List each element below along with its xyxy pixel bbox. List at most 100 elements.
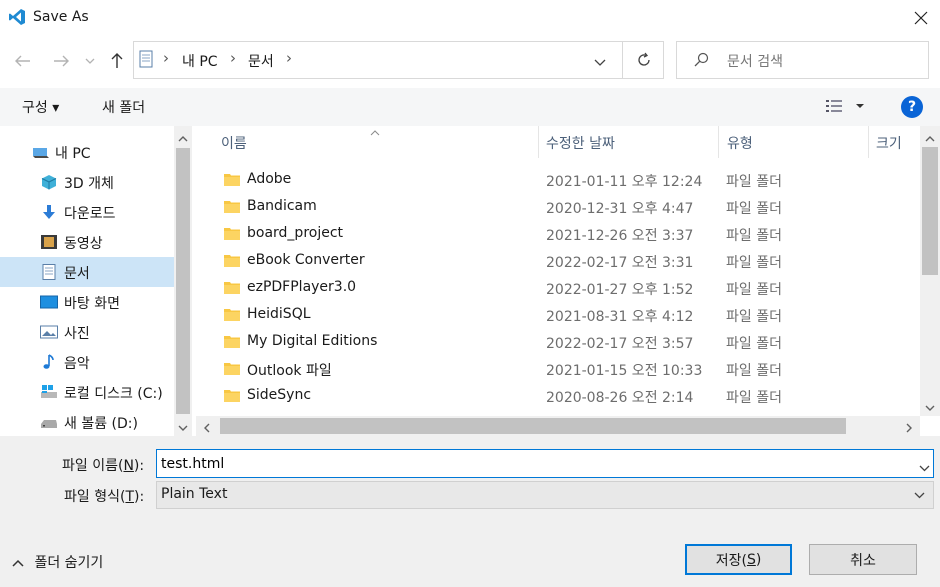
column-divider[interactable] (868, 126, 869, 158)
hide-folders-toggle[interactable]: 폴더 숨기기 (12, 552, 103, 572)
filename-dropdown-button[interactable] (919, 460, 930, 476)
filetype-label: 파일 형식(T): (64, 486, 144, 506)
back-button[interactable] (12, 50, 34, 72)
organize-menu[interactable]: 구성 ▾ (22, 97, 59, 117)
nav-item-music[interactable]: 음악 (0, 347, 174, 377)
column-divider[interactable] (538, 126, 539, 158)
cancel-button[interactable]: 취소 (809, 544, 917, 575)
pc-icon (33, 148, 49, 158)
file-type: 파일 폴더 (726, 255, 782, 271)
column-header-type[interactable]: 유형 (727, 133, 753, 153)
help-button[interactable]: ? (901, 96, 923, 118)
up-button[interactable] (106, 50, 128, 72)
file-type: 파일 폴더 (726, 309, 782, 325)
filename-input[interactable] (156, 449, 934, 478)
forward-button[interactable] (50, 50, 72, 72)
recent-locations-dropdown[interactable] (82, 50, 98, 72)
search-icon (693, 52, 709, 72)
nav-item-label: 다운로드 (64, 206, 116, 222)
address-dropdown-button[interactable] (594, 55, 606, 71)
folder-icon (224, 201, 240, 213)
file-modified: 2020-12-31 오후 4:47 (546, 201, 694, 217)
windows-drive-icon (41, 385, 57, 398)
nav-scroll-up-arrow-icon[interactable] (178, 130, 188, 146)
vscode-icon (8, 8, 26, 26)
nav-item-3d-objects[interactable]: 3D 개체 (0, 167, 174, 197)
nav-item-label: 동영상 (64, 236, 103, 252)
close-button[interactable] (906, 4, 936, 32)
nav-scrollbar-thumb[interactable] (176, 148, 190, 414)
vertical-scrollbar-thumb[interactable] (922, 147, 938, 275)
nav-item-this-pc[interactable]: 내 PC (0, 137, 174, 167)
scroll-up-arrow-icon[interactable] (925, 130, 935, 146)
nav-item-videos[interactable]: 동영상 (0, 227, 174, 257)
file-type: 파일 폴더 (726, 174, 782, 190)
column-header-size[interactable]: 크기 (876, 133, 902, 153)
back-arrow-icon (15, 55, 30, 67)
file-row[interactable]: ezPDFPlayer3.0 2022-01-27 오후 1:52 파일 폴더 (210, 275, 918, 302)
file-row[interactable]: SideSync 2020-08-26 오전 2:14 파일 폴더 (210, 383, 918, 410)
nav-item-local-disk-c[interactable]: 로컬 디스크 (C:) (0, 377, 174, 407)
nav-item-label: 사진 (64, 326, 90, 342)
file-row[interactable]: board_project 2021-12-26 오전 3:37 파일 폴더 (210, 221, 918, 248)
file-type: 파일 폴더 (726, 363, 782, 379)
file-name: ezPDFPlayer3.0 (247, 279, 357, 295)
nav-item-label: 문서 (64, 266, 90, 282)
horizontal-scrollbar-thumb[interactable] (220, 418, 846, 434)
file-name: My Digital Editions (247, 333, 378, 349)
folder-icon (224, 228, 240, 240)
window-title: Save As (33, 9, 89, 25)
column-header-name[interactable]: 이름 (221, 133, 247, 153)
cube-icon (41, 175, 57, 190)
nav-item-label: 내 PC (55, 146, 91, 162)
breadcrumb-separator: › (163, 49, 169, 67)
save-label-end: ) (755, 551, 762, 568)
nav-item-downloads[interactable]: 다운로드 (0, 197, 174, 227)
forward-arrow-icon (54, 55, 69, 67)
nav-item-new-volume-d[interactable]: 새 볼륨 (D:) (0, 407, 174, 437)
search-placeholder: 문서 검색 (727, 54, 783, 70)
picture-icon (40, 325, 58, 339)
nav-scroll-down-arrow-icon[interactable] (178, 420, 188, 436)
file-modified: 2021-12-26 오전 3:37 (546, 228, 694, 244)
nav-item-desktop[interactable]: 바탕 화면 (0, 287, 174, 317)
column-header-modified[interactable]: 수정한 날짜 (546, 133, 615, 153)
column-divider[interactable] (718, 126, 719, 158)
file-row[interactable]: HeidiSQL 2021-08-31 오후 4:12 파일 폴더 (210, 302, 918, 329)
nav-item-pictures[interactable]: 사진 (0, 317, 174, 347)
refresh-icon (637, 52, 650, 66)
location-icon (138, 50, 154, 72)
view-options-button[interactable] (825, 98, 865, 118)
scroll-right-arrow-icon[interactable] (906, 421, 913, 437)
file-row[interactable]: Bandicam 2020-12-31 오후 4:47 파일 폴더 (210, 194, 918, 221)
save-button[interactable]: 저장(S) (685, 544, 792, 575)
file-row[interactable]: Adobe 2021-01-11 오후 12:24 파일 폴더 (210, 167, 918, 194)
nav-item-label: 로컬 디스크 (C:) (64, 386, 163, 402)
file-modified: 2021-01-15 오전 10:33 (546, 363, 703, 379)
refresh-button[interactable] (622, 41, 664, 79)
breadcrumb-pc[interactable]: 내 PC (182, 51, 218, 71)
desktop-icon (40, 295, 58, 309)
file-type: 파일 폴더 (726, 201, 782, 217)
scroll-down-arrow-icon[interactable] (925, 400, 935, 416)
filetype-access-key: T (125, 489, 134, 505)
search-box[interactable] (676, 41, 929, 79)
filename-label: 파일 이름(N): (62, 455, 144, 475)
chevron-down-icon (594, 59, 606, 66)
filename-access-key: N (123, 458, 134, 474)
folder-icon (224, 363, 240, 375)
up-arrow-icon (111, 53, 123, 68)
new-folder-button[interactable]: 새 폴더 (102, 97, 145, 117)
file-name: SideSync (247, 387, 312, 403)
video-icon (41, 235, 57, 249)
file-row[interactable]: eBook Converter 2022-02-17 오전 3:31 파일 폴더 (210, 248, 918, 275)
filetype-label-text: 파일 형식( (64, 489, 126, 505)
file-row[interactable]: Outlook 파일 2021-01-15 오전 10:33 파일 폴더 (210, 356, 918, 383)
scroll-left-arrow-icon[interactable] (203, 421, 210, 437)
file-row[interactable]: My Digital Editions 2022-02-17 오전 3:57 파… (210, 329, 918, 356)
breadcrumb-documents[interactable]: 문서 (248, 51, 274, 71)
file-name: Adobe (247, 171, 292, 187)
nav-item-documents[interactable]: 문서 (0, 257, 174, 287)
filetype-select[interactable]: Plain Text (156, 481, 934, 509)
sort-ascending-icon (370, 124, 380, 140)
